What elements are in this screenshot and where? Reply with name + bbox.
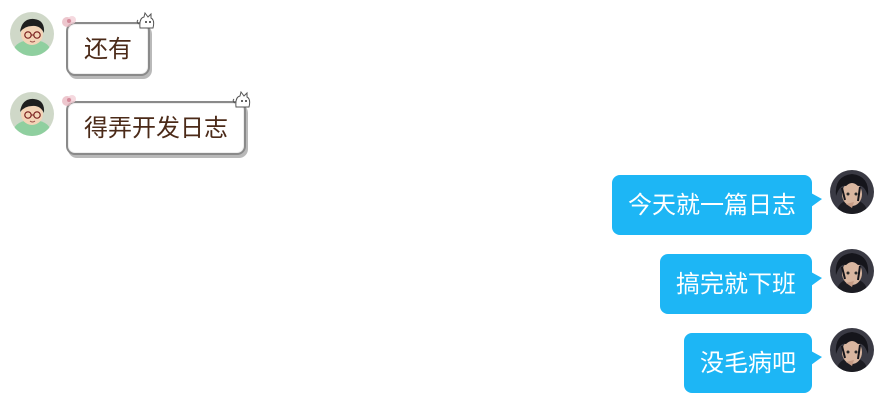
cartoon-avatar-icon	[10, 92, 54, 136]
message-bubble[interactable]: 没毛病吧	[684, 333, 822, 393]
anime-avatar-icon	[830, 170, 874, 214]
message-row: 还有	[0, 8, 884, 78]
message-text: 没毛病吧	[700, 349, 796, 377]
cat-decoration-icon	[136, 12, 155, 29]
message-text: 还有	[84, 35, 132, 63]
message-row: 得弄开发日志	[0, 88, 884, 158]
message-text: 搞完就下班	[676, 270, 796, 298]
avatar[interactable]	[10, 92, 54, 136]
anime-avatar-icon	[830, 249, 874, 293]
avatar[interactable]	[830, 170, 874, 214]
avatar[interactable]	[830, 328, 874, 372]
cartoon-avatar-icon	[10, 12, 54, 56]
message-row: 今天就一篇日志	[0, 170, 884, 240]
message-text: 得弄开发日志	[84, 114, 228, 142]
avatar[interactable]	[830, 249, 874, 293]
anime-avatar-icon	[830, 328, 874, 372]
message-bubble[interactable]: 今天就一篇日志	[612, 175, 822, 235]
message-row: 没毛病吧	[0, 328, 884, 398]
message-bubble[interactable]: 还有	[62, 12, 155, 76]
message-bubble[interactable]: 搞完就下班	[660, 254, 822, 314]
message-bubble[interactable]: 得弄开发日志	[62, 91, 251, 155]
flower-decoration-icon	[62, 95, 76, 106]
cat-decoration-icon	[232, 91, 251, 108]
avatar[interactable]	[10, 12, 54, 56]
message-row: 搞完就下班	[0, 249, 884, 319]
flower-decoration-icon	[62, 16, 76, 27]
message-text: 今天就一篇日志	[628, 191, 796, 219]
